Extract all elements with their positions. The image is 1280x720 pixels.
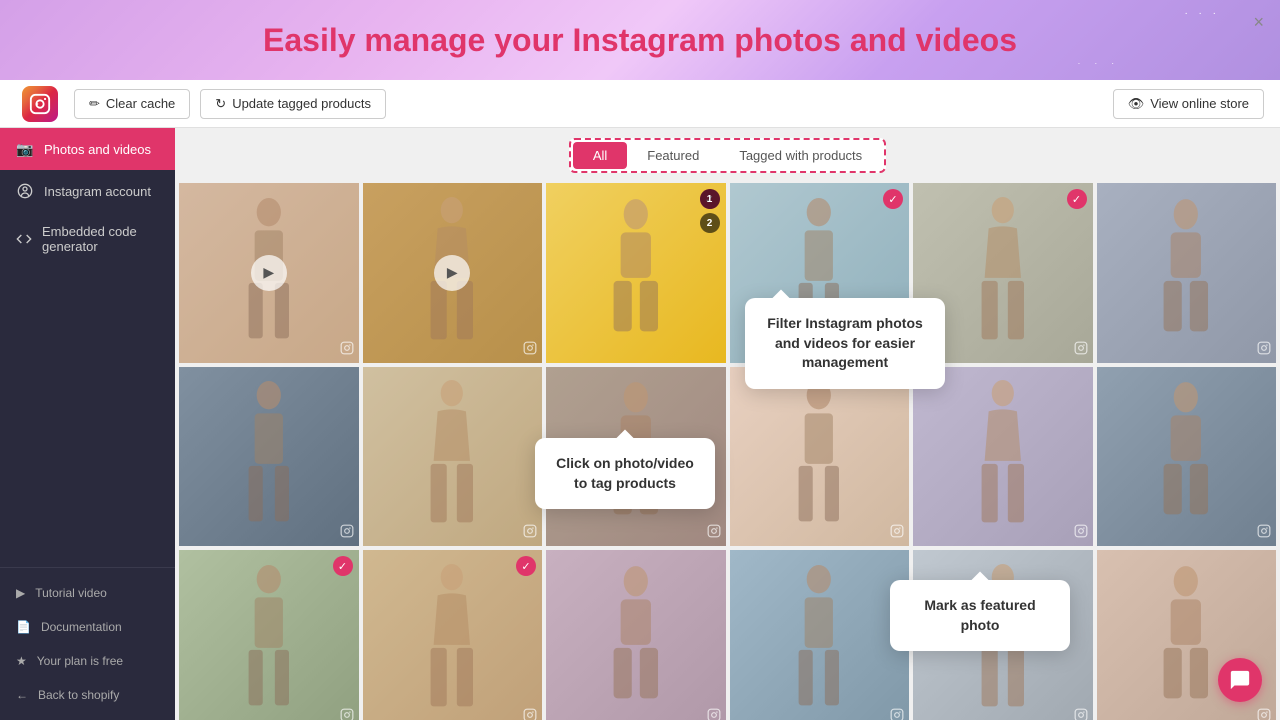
update-icon: ↻ [215, 96, 226, 112]
chat-button[interactable] [1218, 658, 1262, 702]
photo-cell[interactable] [546, 550, 726, 720]
instagram-badge [1074, 524, 1088, 541]
back-shopify-label: Back to shopify [38, 688, 119, 702]
play-button[interactable]: ▶ [251, 255, 287, 291]
instagram-badge [523, 341, 537, 358]
close-icon[interactable]: × [1253, 12, 1264, 33]
instagram-badge [707, 708, 721, 720]
banner: · · · Easily manage your Instagram photo… [0, 0, 1280, 80]
instagram-badge [523, 524, 537, 541]
instagram-badge [890, 524, 904, 541]
check-badge: ✓ [516, 556, 536, 576]
clear-cache-icon: ✏ [89, 96, 100, 112]
photo-cell[interactable] [730, 550, 910, 720]
code-icon [16, 230, 32, 248]
docs-label: Documentation [41, 620, 122, 634]
banner-title: Easily manage your Instagram photos and … [263, 22, 1017, 59]
sidebar-nav: 📷 Photos and videos Instagram account [0, 128, 175, 567]
instagram-badge [1257, 341, 1271, 358]
sidebar-item-embedded-code[interactable]: Embedded code generator [0, 212, 175, 266]
logo [16, 86, 64, 122]
sidebar-item-photos-videos[interactable]: 📷 Photos and videos [0, 128, 175, 170]
photo-cell[interactable] [1097, 367, 1277, 547]
check-badge: ✓ [1067, 189, 1087, 209]
profile-icon [16, 182, 34, 200]
update-tagged-label: Update tagged products [232, 96, 371, 111]
instagram-badge [523, 708, 537, 720]
sidebar-label-embedded: Embedded code generator [42, 224, 159, 254]
instagram-badge [1074, 708, 1088, 720]
content-area: All Featured Tagged with products ▶▶✓12✓… [175, 128, 1280, 720]
camera-icon: 📷 [16, 140, 34, 158]
photo-cell[interactable]: ✓ [179, 550, 359, 720]
toolbar: ✏ Clear cache ↻ Update tagged products 👁… [0, 80, 1280, 128]
sidebar-item-back-shopify[interactable]: ← Back to shopify [0, 678, 175, 712]
instagram-badge [340, 341, 354, 358]
sidebar-item-tutorial[interactable]: ▶ Tutorial video [0, 576, 175, 610]
photo-cell[interactable] [730, 367, 910, 547]
sidebar-bottom: ▶ Tutorial video 📄 Documentation ★ Your … [0, 567, 175, 720]
clear-cache-label: Clear cache [106, 96, 175, 111]
number-badge-2: 2 [700, 213, 720, 233]
filter-tabs: All Featured Tagged with products [569, 138, 886, 173]
photo-cell[interactable] [913, 367, 1093, 547]
sidebar: 📷 Photos and videos Instagram account [0, 128, 175, 720]
doc-icon: 📄 [16, 620, 31, 634]
check-badge: ✓ [333, 556, 353, 576]
update-tagged-button[interactable]: ↻ Update tagged products [200, 89, 386, 119]
instagram-badge [340, 708, 354, 720]
photo-cell[interactable]: ✓12 [546, 183, 726, 363]
eye-icon: 👁 [1128, 96, 1145, 112]
photo-cell[interactable] [363, 367, 543, 547]
tooltip-click-tag: Click on photo/video to tag products [535, 438, 715, 509]
photo-cell[interactable]: ▶ [179, 183, 359, 363]
sidebar-item-docs[interactable]: 📄 Documentation [0, 610, 175, 644]
main-layout: 📷 Photos and videos Instagram account [0, 128, 1280, 720]
plan-label: Your plan is free [37, 654, 123, 668]
check-badge: ✓ [883, 189, 903, 209]
sidebar-label-instagram: Instagram account [44, 184, 151, 199]
tooltip-filter: Filter Instagram photos and videos for e… [745, 298, 945, 389]
play-icon: ▶ [16, 586, 25, 600]
banner-dots-2: · · · [1078, 59, 1120, 68]
instagram-badge [1074, 341, 1088, 358]
filter-tabs-wrapper: All Featured Tagged with products [175, 128, 1280, 179]
tooltip-featured: Mark as featured photo [890, 580, 1070, 651]
number-badge-1: 1 [700, 189, 720, 209]
banner-dots: · · · [1184, 8, 1220, 19]
sidebar-label-photos: Photos and videos [44, 142, 151, 157]
back-icon: ← [16, 688, 28, 702]
photo-cell[interactable] [1097, 183, 1277, 363]
instagram-badge [1257, 708, 1271, 720]
photo-cell[interactable]: ▶ [363, 183, 543, 363]
instagram-badge [1257, 524, 1271, 541]
view-online-label: View online store [1150, 96, 1249, 111]
tab-tagged[interactable]: Tagged with products [719, 142, 882, 169]
clear-cache-button[interactable]: ✏ Clear cache [74, 89, 190, 119]
photo-cell[interactable] [179, 367, 359, 547]
sidebar-item-instagram-account[interactable]: Instagram account [0, 170, 175, 212]
instagram-badge [340, 524, 354, 541]
sidebar-item-plan[interactable]: ★ Your plan is free [0, 644, 175, 678]
view-online-button[interactable]: 👁 View online store [1113, 89, 1264, 119]
tab-featured[interactable]: Featured [627, 142, 719, 169]
tab-all[interactable]: All [573, 142, 627, 169]
instagram-badge [707, 524, 721, 541]
play-button[interactable]: ▶ [434, 255, 470, 291]
star-icon: ★ [16, 654, 27, 668]
instagram-badge [890, 708, 904, 720]
photo-cell[interactable]: ✓ [363, 550, 543, 720]
instagram-logo-icon [22, 86, 58, 122]
photo-grid: ▶ ▶ ✓12 ✓ ✓ ✓ ✓ [175, 179, 1280, 720]
tutorial-label: Tutorial video [35, 586, 107, 600]
